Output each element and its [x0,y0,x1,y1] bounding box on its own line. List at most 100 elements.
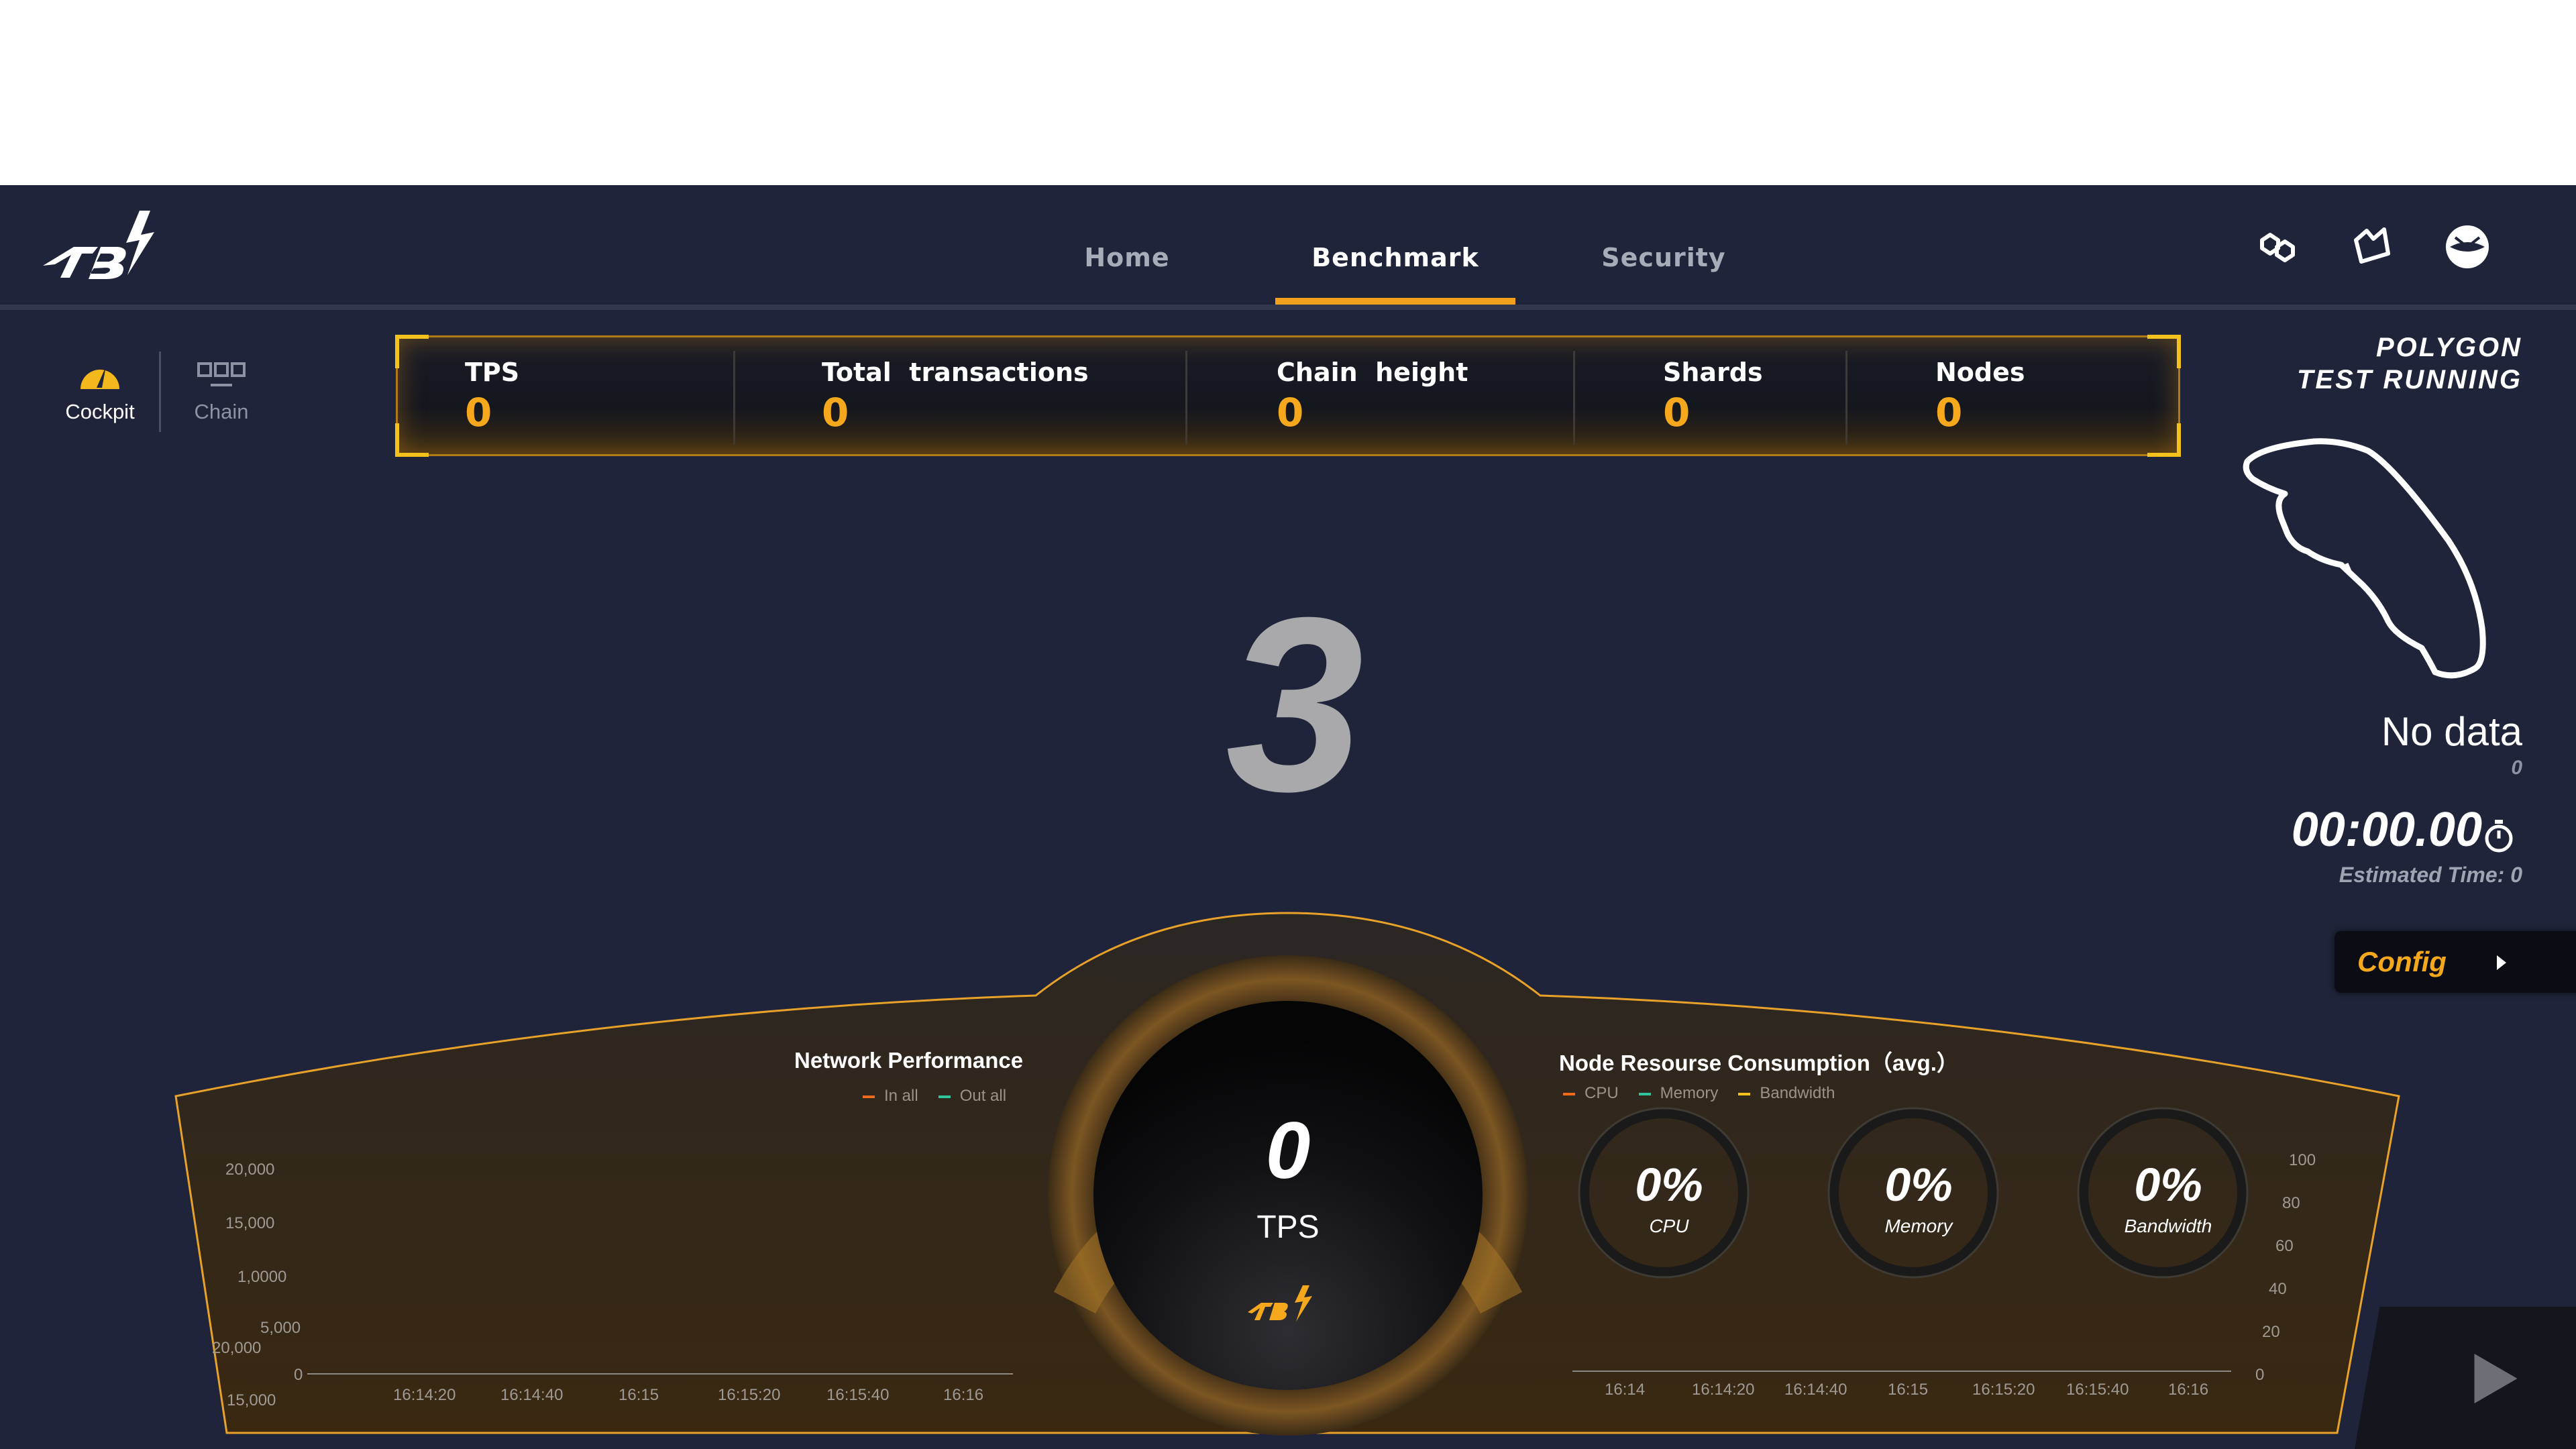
legend-swatch [1563,1092,1575,1095]
stat-shards: Shards 0 [1663,358,1763,435]
legend-swatch [1638,1092,1651,1095]
x-tick: 16:15:40 [826,1386,890,1404]
node-resource-title: Node Resourse Consumption（avg.） [1559,1051,1959,1075]
x-tick: 16:16 [943,1386,984,1404]
banner-corner [2147,335,2181,368]
crown-icon[interactable] [2347,220,2400,274]
y-tick: 20 [2262,1323,2280,1341]
y-tick: 20,000 [225,1161,275,1179]
x-tick: 16:15:20 [718,1386,781,1404]
y-tick: 60 [2275,1237,2294,1255]
stat-divider [733,351,735,445]
elapsed-timer: 00:00.00 [2291,803,2482,857]
legend-bandwidth[interactable]: Bandwidth [1738,1084,1835,1103]
config-button[interactable]: Config [2334,931,2576,993]
x-tick: 16:14 [1605,1381,1646,1399]
sidebar-divider [159,352,161,432]
cpu-value: 0% [1635,1159,1703,1211]
cpu-label: CPU [1649,1216,1689,1236]
legend-memory[interactable]: Memory [1638,1084,1718,1103]
x-tick: 16:14:20 [393,1386,456,1404]
y-tick: 15,000 [227,1391,276,1409]
speedometer-icon [80,366,119,389]
x-tick: 16:14:20 [1692,1381,1755,1399]
legend-swatch [1738,1092,1751,1095]
memory-label: Memory [1884,1216,1953,1236]
blocks-icon [197,362,246,386]
legend-cpu[interactable]: CPU [1563,1084,1619,1103]
tb-mini-logo-icon [1248,1285,1312,1322]
y-tick: 100 [2289,1151,2316,1169]
stat-label: Nodes [1935,358,2025,387]
sidebar-tab-cockpit[interactable]: Cockpit [50,354,150,424]
y-tick: 0 [2255,1366,2265,1384]
y-tick: 15,000 [225,1214,275,1232]
network-performance-title: Network Performance [794,1048,1024,1073]
start-button[interactable] [2355,1307,2576,1449]
stat-divider [1573,351,1575,445]
sidebar-tab-label: Cockpit [65,400,135,423]
stat-value: 0 [1663,390,1690,435]
x-tick: 16:15 [619,1386,659,1404]
legend-in-all[interactable]: In all [863,1087,918,1106]
y-tick: 40 [2269,1280,2287,1298]
legend-label: Bandwidth [1760,1084,1835,1102]
config-label: Config [2357,946,2447,977]
track-status: No data [2381,709,2522,754]
stat-tps: TPS 0 [465,358,519,435]
stat-divider [1845,351,1847,445]
header-divider [0,305,2576,310]
countdown-number: 3 [1226,566,1364,843]
stat-label: Total transactions [822,358,1089,387]
legend-label: Out all [959,1087,1007,1105]
stat-chain-height: Chain height 0 [1277,358,1468,435]
x-tick: 16:15 [1888,1381,1929,1399]
banner-corner [2147,423,2181,457]
legend-out-all[interactable]: Out all [938,1087,1006,1106]
legend-label: In all [884,1087,918,1105]
stat-value: 0 [1277,390,1304,435]
stopwatch-icon [2485,820,2513,853]
tb-logo[interactable] [39,205,160,286]
stat-value: 0 [822,390,849,435]
stat-total-transactions: Total transactions 0 [822,358,1089,435]
y-tick: 5,000 [260,1319,301,1337]
stat-label: Chain height [1277,358,1468,387]
app-window: Home Benchmark Security Cockpit Chain TP… [0,185,2576,1449]
stat-nodes: Nodes 0 [1935,358,2025,435]
node-resource-legend: CPU Memory Bandwidth [1563,1084,1835,1103]
x-tick: 16:15:20 [1972,1381,2035,1399]
x-tick: 16:14:40 [500,1386,564,1404]
tps-gauge-value: 0 [1265,1106,1311,1195]
legend-swatch [863,1095,875,1098]
avatar-icon[interactable] [2440,220,2494,274]
sidebar-tab-chain[interactable]: Chain [171,354,272,424]
network-name: POLYGON [2375,333,2522,362]
tps-gauge-label: TPS [1256,1210,1320,1245]
stat-value: 0 [465,390,492,435]
estimated-time: Estimated Time: 0 [2339,863,2522,887]
legend-swatch [938,1095,951,1098]
x-tick: 16:16 [2168,1381,2209,1399]
bandwidth-label: Bandwidth [2124,1216,2212,1236]
x-tick: 16:15:40 [2066,1381,2129,1399]
caret-right-icon [2497,955,2506,970]
memory-value: 0% [1884,1159,1953,1211]
chainlink-icon[interactable] [2253,220,2306,274]
stat-divider [1185,351,1187,445]
x-tick: 16:14:40 [1784,1381,1847,1399]
network-legend: In all Out all [863,1087,1006,1106]
stats-banner: TPS 0 Total transactions 0 Chain height … [395,335,2181,457]
sidebar-tab-label: Chain [194,400,249,423]
stat-value: 0 [1935,390,1963,435]
banner-corner [395,335,429,368]
stat-label: Shards [1663,358,1763,387]
legend-label: CPU [1585,1084,1619,1102]
track-substatus: 0 [2511,757,2522,779]
y-tick: 0 [294,1366,303,1384]
test-status: TEST RUNNING [2297,365,2522,394]
y-tick: 80 [2282,1194,2300,1212]
stat-label: TPS [465,358,520,387]
y-tick: 1,0000 [237,1268,287,1286]
race-track-map [2243,438,2486,679]
